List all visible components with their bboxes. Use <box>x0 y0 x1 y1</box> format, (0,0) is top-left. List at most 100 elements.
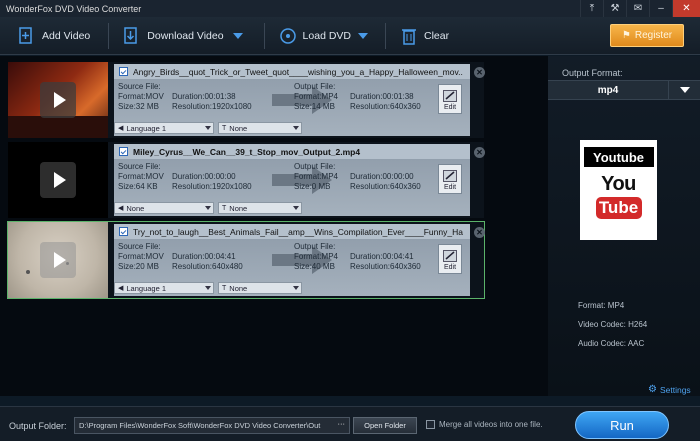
source-duration: Duration:00:00:00 <box>172 172 236 181</box>
download-video-label: Download Video <box>147 29 224 42</box>
browse-button[interactable]: ··· <box>338 419 346 428</box>
youtube-logo[interactable]: Youtube You Tube <box>580 140 657 240</box>
edit-icon <box>443 170 457 182</box>
clear-button[interactable]: Clear <box>400 17 449 55</box>
output-duration: Duration:00:01:38 <box>350 92 414 101</box>
clear-label: Clear <box>424 29 450 42</box>
source-label: Source File: <box>118 162 161 171</box>
audio-track-select[interactable]: ◀ Language 1 <box>114 122 214 134</box>
edit-label: Edit <box>443 264 457 271</box>
toolbar: Add Video Download Video Load DVD Clear … <box>0 17 700 55</box>
output-folder-input[interactable]: D:\Program Files\WonderFox Soft\WonderFo… <box>74 417 350 434</box>
close-button[interactable]: ✕ <box>672 0 700 17</box>
conversion-panel: Angry_Birds__quot_Trick_or_Tweet_quot___… <box>114 64 470 136</box>
output-format: Format:MP4 <box>294 252 339 261</box>
edit-button[interactable]: Edit <box>438 84 462 114</box>
output-format-value: mp4 <box>597 84 619 96</box>
audio-track-select[interactable]: ◀ None <box>114 202 214 214</box>
play-icon[interactable] <box>40 242 76 278</box>
bottom-bar: Output Folder: D:\Program Files\WonderFo… <box>0 406 700 441</box>
play-icon[interactable] <box>40 82 76 118</box>
load-dvd-label: Load DVD <box>302 29 351 42</box>
play-icon[interactable] <box>40 162 76 198</box>
remove-item-button[interactable]: ✕ <box>474 147 485 158</box>
audio-track-select[interactable]: ◀ Language 1 <box>114 282 214 294</box>
output-folder-label: Output Folder: <box>9 421 67 431</box>
video-item[interactable]: Angry_Birds__quot_Trick_or_Tweet_quot___… <box>8 62 485 138</box>
subtitle-icon: T <box>222 124 227 132</box>
speaker-icon: ◀ <box>118 125 124 132</box>
title-bar: WonderFox DVD Video Converter ⤒ ⚒ ✉ – ✕ <box>0 0 700 17</box>
subtitle-select[interactable]: T None <box>218 202 302 214</box>
dvd-icon <box>279 26 297 46</box>
select-checkbox[interactable] <box>119 147 128 156</box>
select-checkbox[interactable] <box>119 227 128 236</box>
youtube-logo-label: Youtube <box>583 147 654 167</box>
output-format: Format:MP4 <box>294 172 339 181</box>
open-folder-button[interactable]: Open Folder <box>353 417 417 434</box>
video-thumbnail[interactable] <box>8 142 108 218</box>
subtitle-value: None <box>229 203 248 213</box>
video-item[interactable]: Miley_Cyrus__We_Can__39_t_Stop_mov_Outpu… <box>8 142 485 218</box>
conversion-panel: Try_not_to_laugh__Best_Animals_Fail__amp… <box>114 224 470 296</box>
upload-icon[interactable]: ⤒ <box>580 0 603 17</box>
audio-track-value: Language 1 <box>126 123 167 133</box>
feedback-icon[interactable]: ✉ <box>626 0 649 17</box>
minimize-button[interactable]: – <box>649 0 672 17</box>
window-controls: ⤒ ⚒ ✉ – ✕ <box>580 0 700 17</box>
window-title: WonderFox DVD Video Converter <box>6 3 142 14</box>
register-button[interactable]: ⚑ Register <box>610 24 684 47</box>
run-button[interactable]: Run <box>575 411 669 439</box>
remove-item-button[interactable]: ✕ <box>474 227 485 238</box>
subtitle-value: None <box>229 283 248 293</box>
edit-icon <box>443 90 457 102</box>
edit-button[interactable]: Edit <box>438 244 462 274</box>
output-format-select[interactable]: mp4 <box>548 80 700 100</box>
output-label: Output File: <box>294 242 336 251</box>
video-thumbnail[interactable] <box>8 222 108 298</box>
source-label: Source File: <box>118 242 161 251</box>
load-dvd-button[interactable]: Load DVD <box>279 17 351 55</box>
merge-checkbox[interactable] <box>426 420 435 429</box>
source-format: Format:MOV <box>118 252 164 261</box>
merge-option[interactable]: Merge all videos into one file. <box>426 420 543 429</box>
toolbar-divider <box>385 22 386 49</box>
edit-label: Edit <box>443 184 457 191</box>
add-video-button[interactable]: Add Video <box>18 17 90 55</box>
chevron-down-icon[interactable] <box>669 87 700 93</box>
file-name: Miley_Cyrus__We_Can__39_t_Stop_mov_Outpu… <box>133 146 361 157</box>
toolbar-divider <box>108 22 110 49</box>
download-video-button[interactable]: Download Video <box>123 17 224 55</box>
output-resolution: Resolution:640x360 <box>350 262 421 271</box>
source-resolution: Resolution:640x480 <box>172 262 243 271</box>
merge-label: Merge all videos into one file. <box>439 420 543 429</box>
edit-button[interactable]: Edit <box>438 164 462 194</box>
subtitle-icon: T <box>222 204 227 212</box>
source-resolution: Resolution:1920x1080 <box>172 102 252 111</box>
format-spec: Format: MP4 <box>578 301 625 310</box>
video-codec-spec: Video Codec: H264 <box>578 320 648 329</box>
key-icon: ⚑ <box>621 30 631 41</box>
settings-link[interactable]: ⚙ Settings <box>648 384 691 395</box>
tools-icon[interactable]: ⚒ <box>603 0 626 17</box>
source-label: Source File: <box>118 82 161 91</box>
output-duration: Duration:00:00:00 <box>350 172 414 181</box>
video-thumbnail[interactable] <box>8 62 108 138</box>
video-list: Angry_Birds__quot_Trick_or_Tweet_quot___… <box>0 56 548 396</box>
output-label: Output File: <box>294 82 336 91</box>
youtube-you-text: You <box>601 173 636 195</box>
audio-track-value: Language 1 <box>126 283 167 293</box>
edit-label: Edit <box>443 104 457 111</box>
video-item[interactable]: Try_not_to_laugh__Best_Animals_Fail__amp… <box>7 221 485 299</box>
download-dropdown-icon[interactable] <box>230 17 246 55</box>
output-resolution: Resolution:640x360 <box>350 182 421 191</box>
subtitle-select[interactable]: T None <box>218 282 302 294</box>
remove-item-button[interactable]: ✕ <box>474 67 485 78</box>
subtitle-select[interactable]: T None <box>218 122 302 134</box>
trash-icon <box>400 26 418 46</box>
select-checkbox[interactable] <box>119 67 128 76</box>
output-folder-path: D:\Program Files\WonderFox Soft\WonderFo… <box>79 421 321 430</box>
source-format: Format:MOV <box>118 92 164 101</box>
speaker-icon: ◀ <box>118 205 124 212</box>
dvd-dropdown-icon[interactable] <box>355 17 371 55</box>
